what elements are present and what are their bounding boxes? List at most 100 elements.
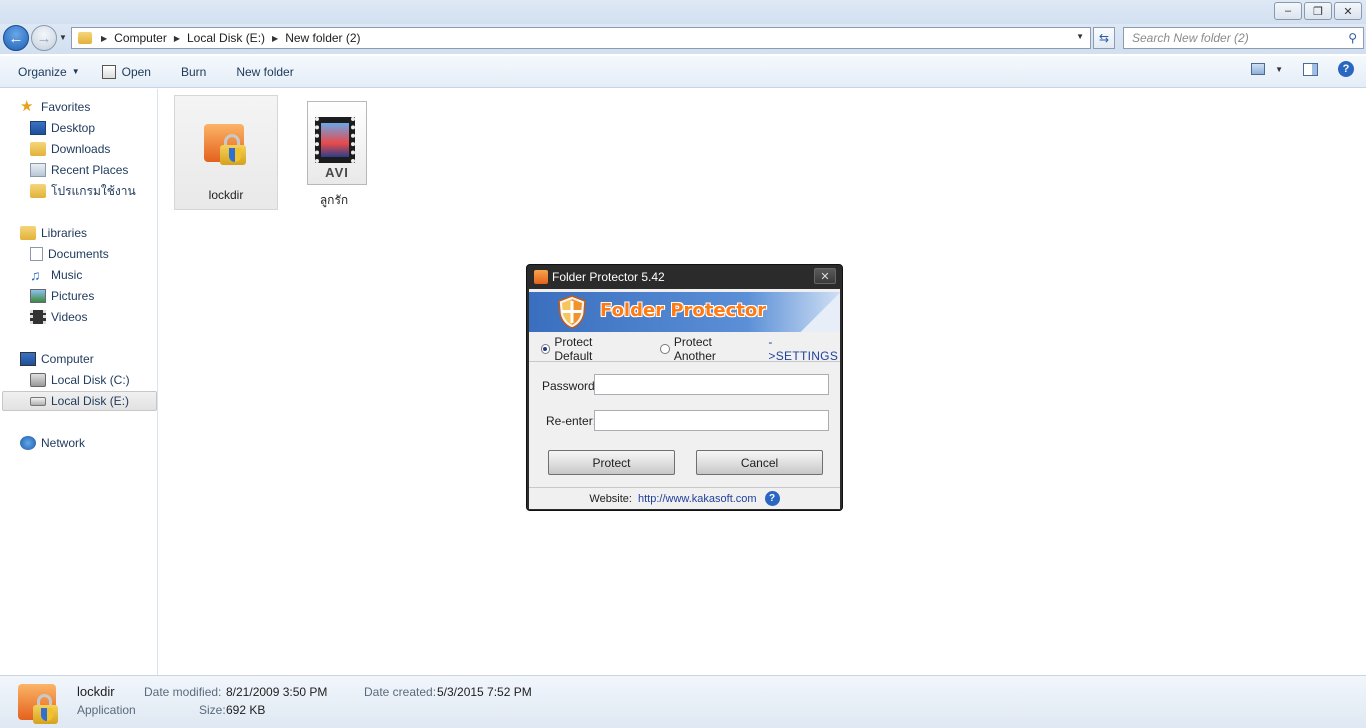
sidebar-item-videos[interactable]: Videos bbox=[30, 307, 87, 327]
change-view-icon[interactable] bbox=[1251, 63, 1266, 75]
details-pane: lockdir Application Date modified: 8/21/… bbox=[0, 675, 1366, 728]
protect-button[interactable]: Protect bbox=[548, 450, 675, 475]
dialog-title: Folder Protector 5.42 bbox=[552, 270, 665, 284]
details-type: Application bbox=[77, 703, 136, 717]
dialog-body: Folder Protector Protect Default Protect… bbox=[529, 289, 840, 509]
navigation-bar: ← → ▼ ▶ Computer ▶ Local Disk (E:) ▶ New… bbox=[0, 24, 1366, 54]
maximize-button[interactable]: ❐ bbox=[1304, 2, 1332, 20]
sidebar-item-label: Computer bbox=[41, 352, 94, 366]
command-bar: Organize ▼ Open Burn New folder ▼ ? bbox=[0, 56, 1366, 88]
sidebar-item-thai-folder[interactable]: โปรแกรมใช้งาน bbox=[30, 181, 136, 201]
view-dropdown-icon[interactable]: ▼ bbox=[1275, 65, 1283, 74]
sidebar-item-favorites[interactable]: ★ Favorites bbox=[20, 97, 90, 117]
avi-badge: AVI bbox=[325, 165, 349, 180]
computer-icon bbox=[20, 352, 36, 366]
burn-button[interactable]: Burn bbox=[163, 60, 218, 84]
file-name: lockdir bbox=[208, 188, 244, 202]
sidebar-item-libraries[interactable]: Libraries bbox=[20, 223, 87, 243]
password-field[interactable] bbox=[594, 374, 829, 395]
website-label: Website: bbox=[589, 492, 632, 505]
sidebar-item-desktop[interactable]: Desktop bbox=[30, 118, 95, 138]
network-icon bbox=[20, 436, 36, 450]
close-button[interactable]: ✕ bbox=[1334, 2, 1362, 20]
search-input[interactable] bbox=[1132, 31, 1342, 45]
breadcrumb-new-folder-2[interactable]: New folder (2) bbox=[281, 31, 364, 45]
size-key: Size: bbox=[199, 703, 226, 717]
chevron-right-icon[interactable]: ▶ bbox=[98, 34, 110, 43]
sidebar-item-label: Local Disk (C:) bbox=[51, 373, 130, 387]
sidebar-item-label: Favorites bbox=[41, 100, 91, 114]
sidebar-item-label: Network bbox=[41, 436, 86, 450]
password-label: Password: bbox=[542, 379, 599, 393]
date-modified-key: Date modified: bbox=[144, 685, 222, 699]
date-created-key: Date created: bbox=[364, 685, 437, 699]
back-button[interactable]: ← bbox=[3, 25, 29, 51]
recent-places-icon bbox=[30, 163, 46, 177]
divider bbox=[529, 487, 840, 488]
file-item-lockdir[interactable]: lockdir bbox=[174, 95, 278, 210]
desktop-icon bbox=[30, 121, 46, 135]
search-box[interactable]: ⚲ bbox=[1123, 27, 1364, 49]
protect-default-radio[interactable] bbox=[540, 344, 551, 354]
forward-button[interactable]: → bbox=[31, 25, 57, 51]
website-row: Website: http://www.kakasoft.com ? bbox=[529, 491, 840, 506]
avi-file-icon: AVI bbox=[301, 99, 367, 185]
dialog-titlebar[interactable]: Folder Protector 5.42 bbox=[527, 265, 842, 289]
divider bbox=[529, 361, 840, 362]
sidebar-item-local-disk-c[interactable]: Local Disk (C:) bbox=[30, 370, 130, 390]
file-item-avi[interactable]: AVI ลูกรัก bbox=[295, 99, 373, 211]
sidebar-item-local-disk-e[interactable]: Local Disk (E:) bbox=[2, 391, 157, 411]
sidebar-item-label: Pictures bbox=[51, 289, 95, 303]
sidebar-item-computer[interactable]: Computer bbox=[20, 349, 94, 369]
sidebar-item-label: Documents bbox=[48, 247, 109, 261]
chevron-right-icon[interactable]: ▶ bbox=[269, 34, 281, 43]
folder-icon bbox=[30, 184, 46, 198]
cancel-button[interactable]: Cancel bbox=[696, 450, 823, 475]
website-link[interactable]: http://www.kakasoft.com bbox=[638, 493, 757, 505]
view-controls: ▼ ? bbox=[1251, 61, 1354, 77]
dialog-close-button[interactable]: ✕ bbox=[814, 268, 836, 284]
sidebar-item-documents[interactable]: Documents bbox=[30, 244, 109, 264]
help-icon[interactable]: ? bbox=[1338, 61, 1354, 77]
app-logo-icon bbox=[534, 270, 548, 284]
sidebar-item-label: Desktop bbox=[51, 121, 96, 135]
folder-lock-icon bbox=[202, 118, 250, 166]
settings-link[interactable]: ->SETTINGS bbox=[768, 335, 840, 363]
minimize-button[interactable]: – bbox=[1274, 2, 1302, 20]
chevron-right-icon[interactable]: ▶ bbox=[171, 34, 183, 43]
sidebar-item-downloads[interactable]: Downloads bbox=[30, 139, 110, 159]
address-dropdown[interactable]: ▼ bbox=[1076, 32, 1084, 41]
folder-protector-dialog: Folder Protector 5.42 ✕ Folder Protector… bbox=[526, 264, 843, 511]
refresh-button[interactable]: ⇆ bbox=[1093, 27, 1115, 49]
sidebar-item-network[interactable]: Network bbox=[20, 433, 85, 453]
protect-another-radio[interactable] bbox=[660, 344, 670, 354]
new-folder-button[interactable]: New folder bbox=[218, 60, 305, 84]
breadcrumb-computer[interactable]: Computer bbox=[110, 31, 171, 45]
size-value: 692 KB bbox=[226, 703, 266, 717]
date-created-value: 5/3/2015 7:52 PM bbox=[437, 685, 532, 699]
protect-another-label[interactable]: Protect Another bbox=[674, 335, 754, 363]
organize-button[interactable]: Organize ▼ bbox=[0, 60, 92, 84]
sidebar-item-music[interactable]: ♫ Music bbox=[30, 265, 82, 285]
recent-pages-dropdown[interactable]: ▼ bbox=[59, 33, 67, 42]
preview-pane-icon[interactable] bbox=[1303, 62, 1318, 76]
address-bar[interactable]: ▶ Computer ▶ Local Disk (E:) ▶ New folde… bbox=[71, 27, 1091, 49]
open-button[interactable]: Open bbox=[92, 60, 163, 84]
details-name: lockdir bbox=[77, 684, 115, 699]
music-icon: ♫ bbox=[30, 267, 41, 283]
sidebar-item-label: Libraries bbox=[41, 226, 88, 240]
sidebar-item-recent-places[interactable]: Recent Places bbox=[30, 160, 128, 180]
sidebar-item-label: Local Disk (E:) bbox=[51, 394, 130, 408]
reenter-password-field[interactable] bbox=[594, 410, 829, 431]
search-icon[interactable]: ⚲ bbox=[1348, 31, 1357, 45]
drive-icon bbox=[30, 373, 46, 387]
sidebar-item-pictures[interactable]: Pictures bbox=[30, 286, 94, 306]
help-icon[interactable]: ? bbox=[764, 491, 780, 506]
open-icon bbox=[101, 64, 116, 79]
shield-icon bbox=[558, 295, 586, 329]
sidebar-item-label: Downloads bbox=[51, 142, 111, 156]
breadcrumb-local-disk-e[interactable]: Local Disk (E:) bbox=[183, 31, 269, 45]
protect-default-label[interactable]: Protect Default bbox=[554, 335, 631, 363]
pictures-icon bbox=[30, 289, 46, 303]
downloads-icon bbox=[30, 142, 46, 156]
